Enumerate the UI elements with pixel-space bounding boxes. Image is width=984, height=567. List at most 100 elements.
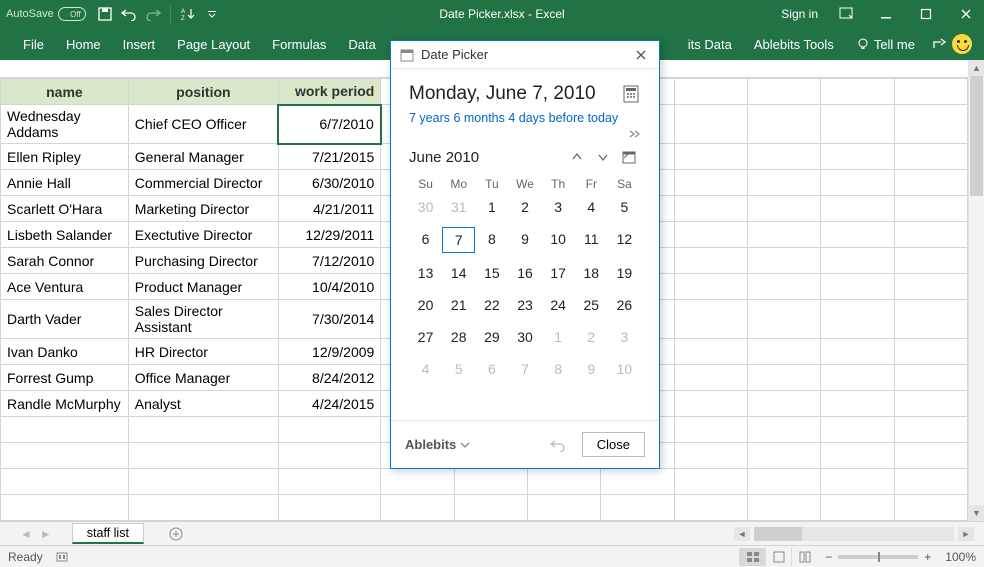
calendar-day[interactable]: 3 xyxy=(608,325,641,349)
sheet-nav-prev-icon[interactable]: ◄ xyxy=(20,527,32,541)
cell-name[interactable] xyxy=(1,417,129,443)
cell[interactable] xyxy=(674,105,747,144)
cell[interactable] xyxy=(821,144,894,170)
sheet-tab-staff-list[interactable]: staff list xyxy=(72,523,144,544)
cell[interactable] xyxy=(747,196,820,222)
cell[interactable] xyxy=(674,274,747,300)
cell-name[interactable]: Forrest Gump xyxy=(1,365,129,391)
calendar-day[interactable]: 14 xyxy=(442,261,475,285)
calendar-day[interactable]: 12 xyxy=(608,227,641,253)
cell[interactable] xyxy=(894,469,967,495)
cell-position[interactable]: Purchasing Director xyxy=(128,248,278,274)
cell-work-period[interactable] xyxy=(278,495,380,521)
cell[interactable] xyxy=(674,196,747,222)
cell-work-period[interactable]: 4/24/2015 xyxy=(278,391,380,417)
calendar-day[interactable]: 27 xyxy=(409,325,442,349)
cell-name[interactable] xyxy=(1,495,129,521)
cell[interactable] xyxy=(821,274,894,300)
cell[interactable] xyxy=(674,170,747,196)
calendar-day[interactable]: 25 xyxy=(575,293,608,317)
cell-name[interactable]: Lisbeth Salander xyxy=(1,222,129,248)
tab-file[interactable]: File xyxy=(12,28,55,60)
next-month-icon[interactable] xyxy=(591,145,615,169)
cell[interactable] xyxy=(894,222,967,248)
cell[interactable] xyxy=(821,339,894,365)
cell[interactable] xyxy=(821,391,894,417)
cell[interactable] xyxy=(894,495,967,521)
zoom-slider[interactable] xyxy=(838,555,918,559)
vertical-scrollbar[interactable]: ▲ ▼ xyxy=(968,60,984,521)
cell-work-period[interactable]: 7/12/2010 xyxy=(278,248,380,274)
cell[interactable] xyxy=(821,495,894,521)
tab-ablebits-data[interactable]: its Data xyxy=(677,28,743,60)
view-page-break-icon[interactable] xyxy=(791,548,817,566)
calculator-icon[interactable] xyxy=(623,85,641,103)
cell[interactable] xyxy=(747,365,820,391)
calendar-day[interactable]: 18 xyxy=(575,261,608,285)
cell-position[interactable]: Product Manager xyxy=(128,274,278,300)
cell-position[interactable]: Chief CEO Officer xyxy=(128,105,278,144)
horizontal-scrollbar[interactable]: ◄ ► xyxy=(188,527,984,541)
relative-date-link[interactable]: 7 years 6 months 4 days before today xyxy=(409,111,618,125)
cell[interactable] xyxy=(747,170,820,196)
cell[interactable] xyxy=(674,339,747,365)
cell[interactable] xyxy=(674,79,747,105)
cell-position[interactable]: General Manager xyxy=(128,144,278,170)
sheet-nav-next-icon[interactable]: ► xyxy=(40,527,52,541)
cell[interactable] xyxy=(528,469,601,495)
cell[interactable] xyxy=(454,469,527,495)
cell[interactable] xyxy=(674,222,747,248)
cell[interactable] xyxy=(821,170,894,196)
calendar-day[interactable]: 28 xyxy=(442,325,475,349)
calendar-day[interactable]: 1 xyxy=(475,195,508,219)
cell[interactable] xyxy=(747,274,820,300)
minimize-icon[interactable] xyxy=(874,2,898,26)
calendar-day[interactable]: 1 xyxy=(542,325,575,349)
cell[interactable] xyxy=(528,495,601,521)
autosave-toggle[interactable]: AutoSave Off xyxy=(6,7,86,21)
cell-position[interactable] xyxy=(128,469,278,495)
autosave-switch[interactable]: Off xyxy=(58,7,86,21)
cell[interactable] xyxy=(381,469,454,495)
cell-position[interactable] xyxy=(128,443,278,469)
tab-insert[interactable]: Insert xyxy=(112,28,167,60)
cell[interactable] xyxy=(747,79,820,105)
cell[interactable] xyxy=(821,300,894,339)
calendar-day[interactable]: 10 xyxy=(608,357,641,381)
calendar-day[interactable]: 23 xyxy=(508,293,541,317)
cell-position[interactable]: Analyst xyxy=(128,391,278,417)
scroll-up-icon[interactable]: ▲ xyxy=(969,60,984,76)
window-close-icon[interactable] xyxy=(954,2,978,26)
date-picker-close-icon[interactable] xyxy=(631,45,651,65)
cell-name[interactable]: Ivan Danko xyxy=(1,339,129,365)
cell[interactable] xyxy=(894,248,967,274)
calendar-day[interactable]: 17 xyxy=(542,261,575,285)
calendar-day[interactable]: 8 xyxy=(475,227,508,253)
cell-position[interactable]: HR Director xyxy=(128,339,278,365)
view-page-layout-icon[interactable] xyxy=(765,548,791,566)
feedback-smiley-icon[interactable] xyxy=(952,34,972,54)
header-name[interactable]: name xyxy=(1,79,129,105)
cell[interactable] xyxy=(894,365,967,391)
cell-position[interactable]: Marketing Director xyxy=(128,196,278,222)
cell-work-period[interactable]: 6/7/2010 xyxy=(278,105,380,144)
cell[interactable] xyxy=(894,274,967,300)
cell[interactable] xyxy=(747,417,820,443)
maximize-icon[interactable] xyxy=(914,2,938,26)
cell[interactable] xyxy=(674,443,747,469)
cell[interactable] xyxy=(674,144,747,170)
redo-icon[interactable] xyxy=(142,3,164,25)
cell[interactable] xyxy=(894,443,967,469)
tab-home[interactable]: Home xyxy=(55,28,112,60)
calendar-day[interactable]: 5 xyxy=(608,195,641,219)
cell[interactable] xyxy=(454,495,527,521)
cell[interactable] xyxy=(747,222,820,248)
tab-page-layout[interactable]: Page Layout xyxy=(166,28,261,60)
cell-work-period[interactable]: 12/9/2009 xyxy=(278,339,380,365)
cell-position[interactable] xyxy=(128,417,278,443)
cell[interactable] xyxy=(894,339,967,365)
cell-name[interactable]: Sarah Connor xyxy=(1,248,129,274)
calendar-day[interactable]: 6 xyxy=(475,357,508,381)
header-position[interactable]: position xyxy=(128,79,278,105)
cell-name[interactable]: Randle McMurphy xyxy=(1,391,129,417)
